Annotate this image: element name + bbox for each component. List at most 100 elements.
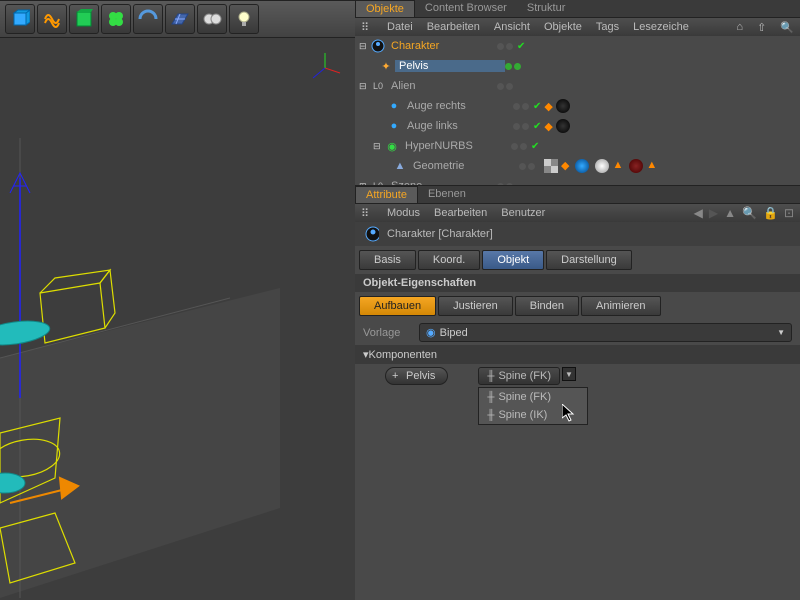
tree-label[interactable]: Pelvis (395, 60, 505, 72)
cube-icon (10, 9, 30, 29)
btn-basis[interactable]: Basis (359, 250, 416, 270)
object-tree[interactable]: ⊟ Charakter ✔ ✦ Pelvis ⊟ L0 Alien ● Auge… (355, 36, 800, 186)
tab-attributes[interactable]: Attribute (355, 186, 418, 203)
tab-content-browser[interactable]: Content Browser (415, 0, 517, 17)
tree-row-geometry[interactable]: ▲ Geometrie ◆ ▲ ▲ (355, 156, 800, 176)
material-tag-icon[interactable] (595, 159, 609, 173)
tree-label[interactable]: Charakter (387, 40, 497, 52)
deformer-tool[interactable] (37, 4, 67, 34)
menu-edit[interactable]: Bearbeiten (427, 21, 480, 33)
tree-row-eye-left[interactable]: ● Auge links ✔ ◆ (355, 116, 800, 136)
nav-home-icon[interactable]: 🔍 (742, 206, 757, 220)
tab-structure[interactable]: Struktur (517, 0, 576, 17)
dropdown-option-ik[interactable]: ╫ Spine (IK) (479, 406, 587, 424)
tag-icon[interactable]: ◆ (544, 120, 552, 133)
menu-file[interactable]: Datei (387, 21, 413, 33)
tree-row-pelvis[interactable]: ✦ Pelvis (355, 56, 800, 76)
material-tag-icon[interactable] (556, 119, 570, 133)
check-icon[interactable]: ✔ (517, 41, 525, 52)
up-arrow-icon[interactable]: ⇧ (757, 21, 766, 34)
tree-label[interactable]: Auge links (403, 120, 513, 132)
expander-icon[interactable]: ⊟ (359, 81, 369, 92)
option-label: Spine (IK) (498, 409, 547, 421)
btn-adjust[interactable]: Justieren (438, 296, 513, 316)
character-icon (365, 227, 379, 241)
material-tag-icon[interactable] (575, 159, 589, 173)
tree-row-eye-right[interactable]: ● Auge rechts ✔ ◆ (355, 96, 800, 116)
nav-forward-icon[interactable]: ▶ (709, 206, 718, 220)
menu-tags[interactable]: Tags (596, 21, 619, 33)
viewport-3d[interactable] (0, 38, 355, 600)
build-tabs: Aufbauen Justieren Binden Animieren (355, 292, 800, 320)
floor-icon (170, 9, 190, 29)
btn-bind[interactable]: Binden (515, 296, 579, 316)
btn-coord[interactable]: Koord. (418, 250, 480, 270)
tag-icon[interactable]: ▲ (612, 159, 623, 173)
material-tag-icon[interactable] (556, 99, 570, 113)
btn-object[interactable]: Objekt (482, 250, 544, 270)
light-tool[interactable] (229, 4, 259, 34)
menu-user[interactable]: Benutzer (501, 207, 545, 219)
sphere-icon: ● (387, 99, 401, 113)
search-icon[interactable]: 🔍 (780, 21, 794, 34)
component-pelvis-pill[interactable]: Pelvis (385, 367, 448, 385)
attribute-header: Charakter [Charakter] (355, 222, 800, 246)
nav-new-icon[interactable]: ⊡ (784, 206, 794, 220)
spine-icon: ╫ (487, 392, 494, 403)
home-icon[interactable]: ⌂ (736, 21, 743, 33)
spline-tool[interactable] (133, 4, 163, 34)
tree-row-scene[interactable]: ⊞ L0 Szene (355, 176, 800, 186)
template-dropdown[interactable]: ◉ Biped ▼ (419, 323, 792, 342)
light-icon (234, 9, 254, 29)
generator-tool[interactable] (101, 4, 131, 34)
nav-up-icon[interactable]: ▲ (724, 206, 736, 220)
menu-mode[interactable]: Modus (387, 207, 420, 219)
menu-objects[interactable]: Objekte (544, 21, 582, 33)
dropdown-value: Spine (FK) (498, 370, 551, 382)
menu-icon[interactable]: ⠿ (361, 21, 373, 33)
camera-tool[interactable] (197, 4, 227, 34)
components-section[interactable]: ▾Komponenten (355, 345, 800, 364)
deformer-icon (42, 9, 62, 29)
dropdown-option-fk[interactable]: ╫ Spine (FK) (479, 388, 587, 406)
menu-icon[interactable]: ⠿ (361, 207, 373, 219)
tree-label[interactable]: Geometrie (409, 160, 519, 172)
attribute-mode-buttons: Basis Koord. Objekt Darstellung (355, 246, 800, 274)
tag-icon[interactable]: ◆ (561, 159, 569, 173)
tag-icon[interactable]: ▲ (646, 159, 657, 173)
floor-tool[interactable] (165, 4, 195, 34)
object-menubar: ⠿ Datei Bearbeiten Ansicht Objekte Tags … (355, 18, 800, 36)
cube-tool[interactable] (5, 4, 35, 34)
null-icon: L0 (371, 79, 385, 93)
nav-back-icon[interactable]: ◀ (694, 206, 703, 220)
tag-icon[interactable]: ◆ (544, 100, 552, 113)
main-toolbar (0, 0, 355, 38)
sphere-icon: ● (387, 119, 401, 133)
btn-build[interactable]: Aufbauen (359, 296, 436, 316)
menu-edit[interactable]: Bearbeiten (434, 207, 487, 219)
material-tag-icon[interactable] (629, 159, 643, 173)
tree-label[interactable]: Alien (387, 80, 497, 92)
tree-row-alien[interactable]: ⊟ L0 Alien (355, 76, 800, 96)
tree-row-hypernurbs[interactable]: ⊟ ◉ HyperNURBS ✔ (355, 136, 800, 156)
menu-view[interactable]: Ansicht (494, 21, 530, 33)
texture-tag-icon[interactable] (544, 159, 558, 173)
hypernurbs-icon: ◉ (385, 139, 399, 153)
dropdown-arrow[interactable]: ▼ (562, 367, 576, 381)
character-icon (371, 39, 385, 53)
tab-layers[interactable]: Ebenen (418, 186, 476, 203)
nav-lock-icon[interactable]: 🔒 (763, 206, 778, 220)
expander-icon[interactable]: ⊟ (373, 141, 383, 152)
attribute-title: Charakter [Charakter] (387, 228, 493, 240)
environment-tool[interactable] (69, 4, 99, 34)
expander-icon[interactable]: ⊟ (359, 41, 369, 52)
btn-display[interactable]: Darstellung (546, 250, 632, 270)
null-icon: L0 (371, 179, 385, 186)
spine-dropdown[interactable]: ╫ Spine (FK) (478, 367, 560, 385)
tree-row-character[interactable]: ⊟ Charakter ✔ (355, 36, 800, 56)
tree-label[interactable]: Auge rechts (403, 100, 513, 112)
menu-bookmarks[interactable]: Lesezeiche (633, 21, 689, 33)
tree-label[interactable]: HyperNURBS (401, 140, 511, 152)
btn-animate[interactable]: Animieren (581, 296, 661, 316)
tab-objects[interactable]: Objekte (355, 0, 415, 17)
